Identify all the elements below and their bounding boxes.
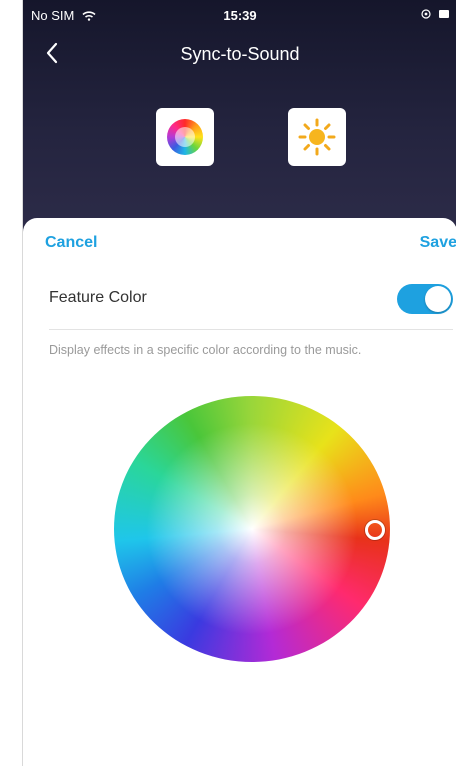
- status-right-icons: [421, 8, 451, 23]
- color-mode-button[interactable]: [156, 108, 214, 166]
- screen-margin: [0, 0, 22, 766]
- feature-color-toggle[interactable]: [397, 284, 453, 314]
- brightness-mode-button[interactable]: [288, 108, 346, 166]
- status-bar: No SIM 15:39: [23, 0, 456, 28]
- feature-color-sheet: Cancel Save Feature Color Display effect…: [23, 218, 456, 766]
- phone-screen: No SIM 15:39 Sync-to-Sound Cancel Save F…: [22, 0, 456, 766]
- feature-color-description: Display effects in a specific color acco…: [49, 343, 362, 357]
- feature-color-label: Feature Color: [49, 289, 147, 306]
- page-title: Sync-to-Sound: [180, 44, 300, 64]
- picker-handle-icon[interactable]: [365, 520, 385, 540]
- color-wheel-icon: [167, 119, 203, 155]
- header-background: [23, 0, 456, 240]
- cancel-button[interactable]: Cancel: [45, 234, 97, 252]
- divider: [49, 329, 453, 330]
- battery-icon: [421, 9, 449, 19]
- sun-icon: [298, 118, 336, 156]
- save-button[interactable]: Save: [420, 234, 456, 252]
- toggle-knob: [425, 286, 451, 312]
- status-time: 15:39: [223, 8, 257, 23]
- color-wheel[interactable]: [114, 396, 390, 662]
